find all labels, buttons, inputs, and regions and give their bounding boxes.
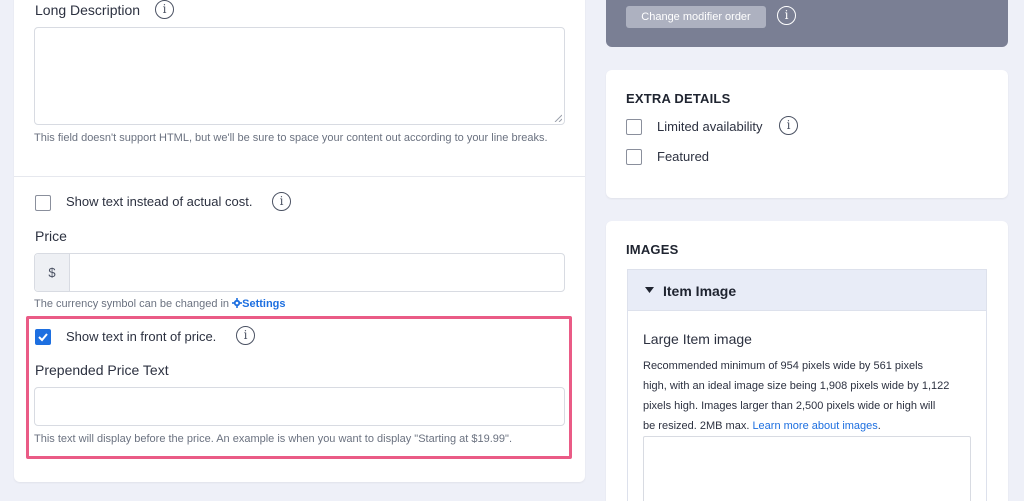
info-icon[interactable]: i — [155, 0, 174, 19]
extra-details-card — [606, 70, 1008, 198]
settings-link-label: Settings — [242, 298, 286, 310]
long-description-textarea[interactable] — [34, 27, 565, 125]
info-icon[interactable]: i — [236, 326, 255, 345]
large-item-image-label: Large Item image — [643, 331, 752, 347]
prepended-price-label: Prepended Price Text — [35, 362, 169, 378]
image-requirements-line: Recommended minimum of 954 pixels wide b… — [643, 360, 924, 372]
extra-details-title: EXTRA DETAILS — [626, 91, 731, 106]
featured-label: Featured — [657, 149, 710, 164]
limited-availability-label: Limited availability — [657, 119, 763, 134]
info-icon[interactable]: i — [779, 116, 798, 135]
show-text-front-label: Show text in front of price. — [66, 329, 217, 344]
settings-link[interactable]: Settings — [232, 298, 286, 310]
period: . — [877, 420, 881, 432]
currency-symbol: $ — [35, 254, 70, 291]
long-description-label: Long Description — [35, 2, 141, 18]
price-field[interactable]: $ — [34, 253, 565, 292]
resize-handle-icon[interactable] — [554, 114, 562, 122]
show-text-instead-label: Show text instead of actual cost. — [66, 194, 253, 209]
item-image-accordion[interactable]: Item Image — [627, 269, 987, 311]
price-help: The currency symbol can be changed in Se… — [34, 296, 286, 312]
image-requirements: Recommended minimum of 954 pixels wide b… — [643, 356, 978, 436]
show-text-instead-checkbox[interactable] — [35, 195, 51, 211]
image-dropzone[interactable] — [643, 436, 971, 501]
image-requirements-line: be resized. 2MB max. Learn more about im… — [643, 416, 978, 436]
learn-more-images-link[interactable]: Learn more about images — [752, 420, 877, 432]
images-title: IMAGES — [626, 242, 679, 257]
info-icon[interactable]: i — [777, 6, 796, 25]
featured-checkbox[interactable] — [626, 149, 642, 165]
image-requirements-text: be resized. 2MB max. — [643, 420, 753, 432]
show-text-front-checkbox[interactable] — [35, 329, 51, 345]
long-description-help: This field doesn't support HTML, but we'… — [34, 132, 548, 144]
info-icon[interactable]: i — [272, 192, 291, 211]
prepended-price-help: This text will display before the price.… — [34, 433, 513, 445]
divider — [14, 176, 585, 177]
gear-icon — [232, 298, 243, 308]
checkmark-icon — [38, 333, 48, 342]
price-help-text: The currency symbol can be changed in — [34, 298, 233, 310]
prepended-price-input[interactable] — [34, 387, 565, 426]
limited-availability-checkbox[interactable] — [626, 119, 642, 135]
image-requirements-line: high, with an ideal image size being 1,9… — [643, 380, 950, 392]
price-label: Price — [35, 228, 67, 244]
item-image-label: Item Image — [663, 283, 737, 299]
caret-down-icon — [645, 287, 654, 293]
image-requirements-line: pixels high. Images larger than 2,500 pi… — [643, 400, 936, 412]
change-modifier-order-button[interactable]: Change modifier order — [626, 6, 766, 28]
